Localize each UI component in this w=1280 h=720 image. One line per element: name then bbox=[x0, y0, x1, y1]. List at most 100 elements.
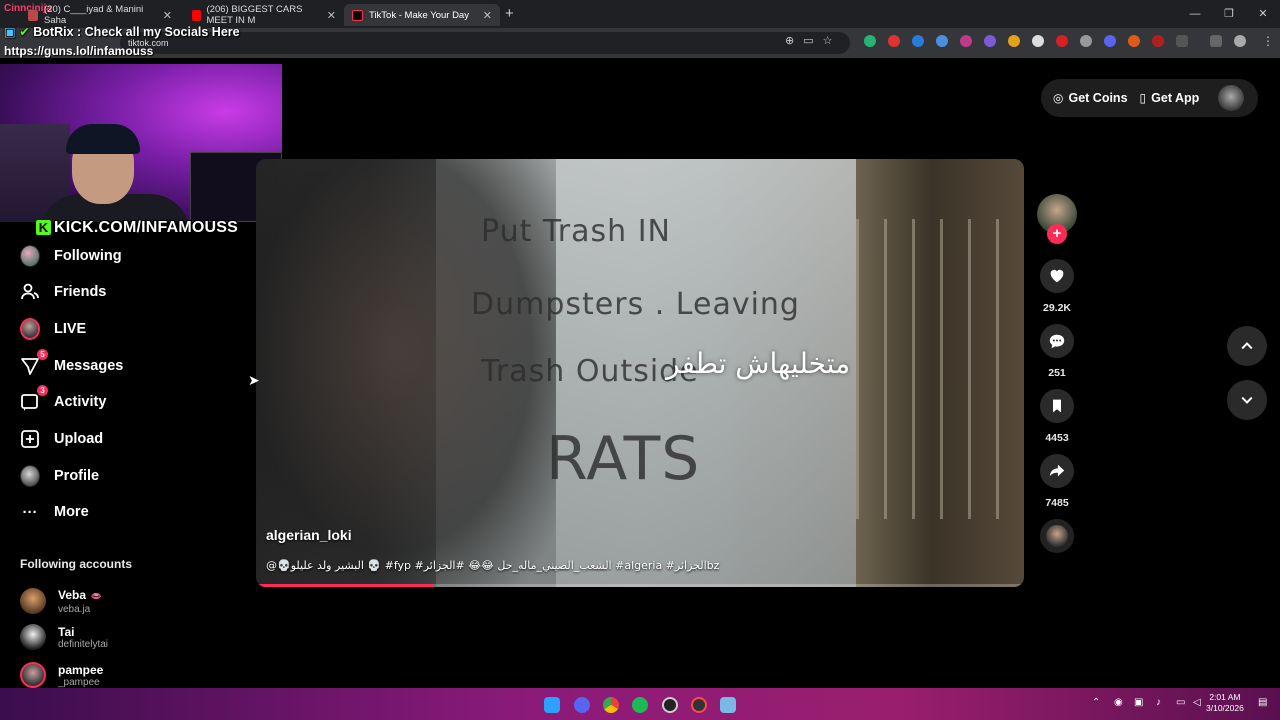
close-tab-icon[interactable]: ✕ bbox=[327, 9, 336, 22]
share-icon bbox=[1049, 464, 1065, 477]
volume-icon[interactable]: ◁ bbox=[1193, 697, 1201, 708]
cast-icon[interactable]: ▭ bbox=[803, 34, 813, 47]
notification-icon[interactable]: ▤ bbox=[1258, 697, 1267, 708]
minimize-button[interactable]: — bbox=[1178, 0, 1212, 28]
close-window-button[interactable]: ✕ bbox=[1246, 0, 1280, 28]
sidebar-item-label: Following bbox=[54, 248, 122, 264]
extension-icon[interactable] bbox=[864, 35, 876, 47]
share-count: 7485 bbox=[1045, 497, 1069, 509]
sidebar-item-following[interactable]: Following bbox=[20, 242, 122, 270]
close-tab-icon[interactable]: ✕ bbox=[483, 9, 492, 22]
extension-icon[interactable] bbox=[1104, 35, 1116, 47]
microphone-icon[interactable]: ♪ bbox=[1156, 697, 1161, 708]
sidebar-item-profile[interactable]: Profile bbox=[20, 462, 99, 490]
video-username[interactable]: algerian_loki bbox=[266, 527, 352, 543]
following-account[interactable]: Tai definitelytai bbox=[20, 624, 108, 650]
sidebar-item-friends[interactable]: Friends bbox=[20, 278, 106, 306]
avatar bbox=[20, 587, 46, 614]
account-handle: _pampee bbox=[58, 676, 100, 688]
get-app-button[interactable]: ▯ Get App bbox=[1140, 91, 1200, 105]
extension-icon[interactable] bbox=[1008, 35, 1020, 47]
following-account[interactable]: Veba 👄 veba.ja bbox=[20, 586, 102, 615]
tab-label: TikTok - Make Your Day bbox=[369, 9, 469, 21]
profile-avatar-icon bbox=[20, 465, 40, 487]
webcam-hat bbox=[66, 124, 140, 154]
spotify-icon[interactable] bbox=[632, 697, 648, 713]
app-icon[interactable] bbox=[691, 697, 707, 713]
comment-count: 251 bbox=[1048, 367, 1066, 379]
app-icon[interactable] bbox=[720, 697, 736, 713]
new-tab-button[interactable]: + bbox=[505, 5, 514, 22]
following-accounts-title: Following accounts bbox=[20, 557, 133, 571]
bookmark-icon bbox=[1053, 399, 1061, 413]
like-button[interactable] bbox=[1040, 259, 1074, 293]
chrome-icon[interactable] bbox=[603, 697, 619, 713]
tray-app-icon[interactable]: ◉ bbox=[1114, 697, 1123, 708]
extension-icon[interactable] bbox=[960, 35, 972, 47]
tab-1[interactable]: (20) C___iyad & Manini Saha ✕ bbox=[20, 4, 180, 26]
save-button[interactable] bbox=[1040, 389, 1074, 423]
previous-video-button[interactable] bbox=[1227, 326, 1267, 366]
follow-plus-button[interactable]: + bbox=[1047, 224, 1067, 244]
extension-icon[interactable] bbox=[984, 35, 996, 47]
sidebar-item-live[interactable]: LIVE bbox=[20, 315, 86, 343]
messages-badge: 5 bbox=[37, 349, 48, 360]
sidebar-toggle-icon[interactable] bbox=[1210, 35, 1222, 47]
extension-icon[interactable] bbox=[912, 35, 924, 47]
user-avatar[interactable] bbox=[1218, 85, 1244, 111]
system-clock[interactable]: 2:01 AM 3/10/2026 bbox=[1206, 692, 1244, 714]
sidebar-item-label: LIVE bbox=[54, 321, 87, 337]
browser-menu-icon[interactable]: ⋮ bbox=[1262, 34, 1274, 48]
kick-banner: K KICK.COM/INFAMOUSS bbox=[36, 219, 238, 237]
sidebar-item-label: Activity bbox=[54, 394, 107, 410]
mouse-cursor-icon: ➤ bbox=[248, 372, 260, 388]
tab-tiktok[interactable]: TikTok - Make Your Day ✕ bbox=[344, 4, 500, 26]
extension-icon[interactable] bbox=[1080, 35, 1092, 47]
heart-icon bbox=[1050, 269, 1064, 283]
extension-icon[interactable] bbox=[936, 35, 948, 47]
comment-button[interactable] bbox=[1040, 324, 1074, 358]
get-coins-label: Get Coins bbox=[1068, 91, 1128, 105]
video-progress-fill bbox=[256, 584, 433, 587]
discord-icon[interactable] bbox=[574, 697, 590, 713]
zoom-icon[interactable]: ⊕ bbox=[785, 34, 794, 47]
clock-time: 2:01 AM bbox=[1209, 692, 1241, 702]
profile-icon[interactable] bbox=[1234, 35, 1246, 47]
extensions-puzzle-icon[interactable] bbox=[1176, 35, 1188, 47]
share-button[interactable] bbox=[1040, 454, 1074, 488]
following-avatar-icon bbox=[20, 245, 40, 267]
sidebar-item-messages[interactable]: 5 Messages bbox=[20, 349, 124, 380]
extension-icon[interactable] bbox=[1152, 35, 1164, 47]
obs-icon[interactable] bbox=[662, 697, 678, 713]
activity-icon: 3 bbox=[20, 385, 48, 412]
extension-icon[interactable] bbox=[888, 35, 900, 47]
sidebar-item-activity[interactable]: 3 Activity bbox=[20, 385, 107, 416]
sign-text: Dumpsters . Leaving bbox=[471, 287, 800, 322]
get-coins-button[interactable]: ◎ Get Coins bbox=[1053, 91, 1128, 105]
sidebar-item-upload[interactable]: Upload bbox=[20, 425, 103, 453]
extension-icon[interactable] bbox=[1032, 35, 1044, 47]
tray-expand-icon[interactable]: ⌃ bbox=[1092, 697, 1100, 708]
tab-2[interactable]: (206) BIGGEST CARS MEET IN M ✕ bbox=[184, 4, 344, 26]
extension-icon[interactable] bbox=[1128, 35, 1140, 47]
video-player[interactable]: Put Trash IN Dumpsters . Leaving Trash O… bbox=[256, 159, 1024, 587]
sidebar-item-label: Messages bbox=[54, 358, 124, 374]
sidebar-item-more[interactable]: ··· More bbox=[20, 498, 89, 526]
network-icon[interactable]: ▭ bbox=[1176, 697, 1185, 708]
video-caption: @💀البشير ولد عليلو 💀 #fyp #الشعب_الصيني_… bbox=[266, 559, 720, 572]
bookmark-star-icon[interactable]: ☆ bbox=[823, 34, 833, 47]
close-tab-icon[interactable]: ✕ bbox=[163, 9, 172, 22]
sidebar-item-label: More bbox=[54, 504, 89, 520]
following-account[interactable]: pampee _pampee bbox=[20, 662, 103, 688]
maximize-button[interactable]: ❐ bbox=[1212, 0, 1246, 28]
sound-disc[interactable] bbox=[1040, 519, 1074, 553]
kick-text: KICK.COM/INFAMOUSS bbox=[54, 219, 239, 236]
next-video-button[interactable] bbox=[1227, 380, 1267, 420]
chevron-up-icon bbox=[1241, 342, 1253, 350]
video-progress-bar[interactable] bbox=[256, 584, 1024, 587]
youtube-icon bbox=[192, 9, 201, 21]
avatar bbox=[20, 662, 46, 688]
extension-icon[interactable] bbox=[1056, 35, 1068, 47]
windows-start-icon[interactable] bbox=[544, 697, 560, 713]
tray-discord-icon[interactable]: ▣ bbox=[1134, 697, 1143, 708]
